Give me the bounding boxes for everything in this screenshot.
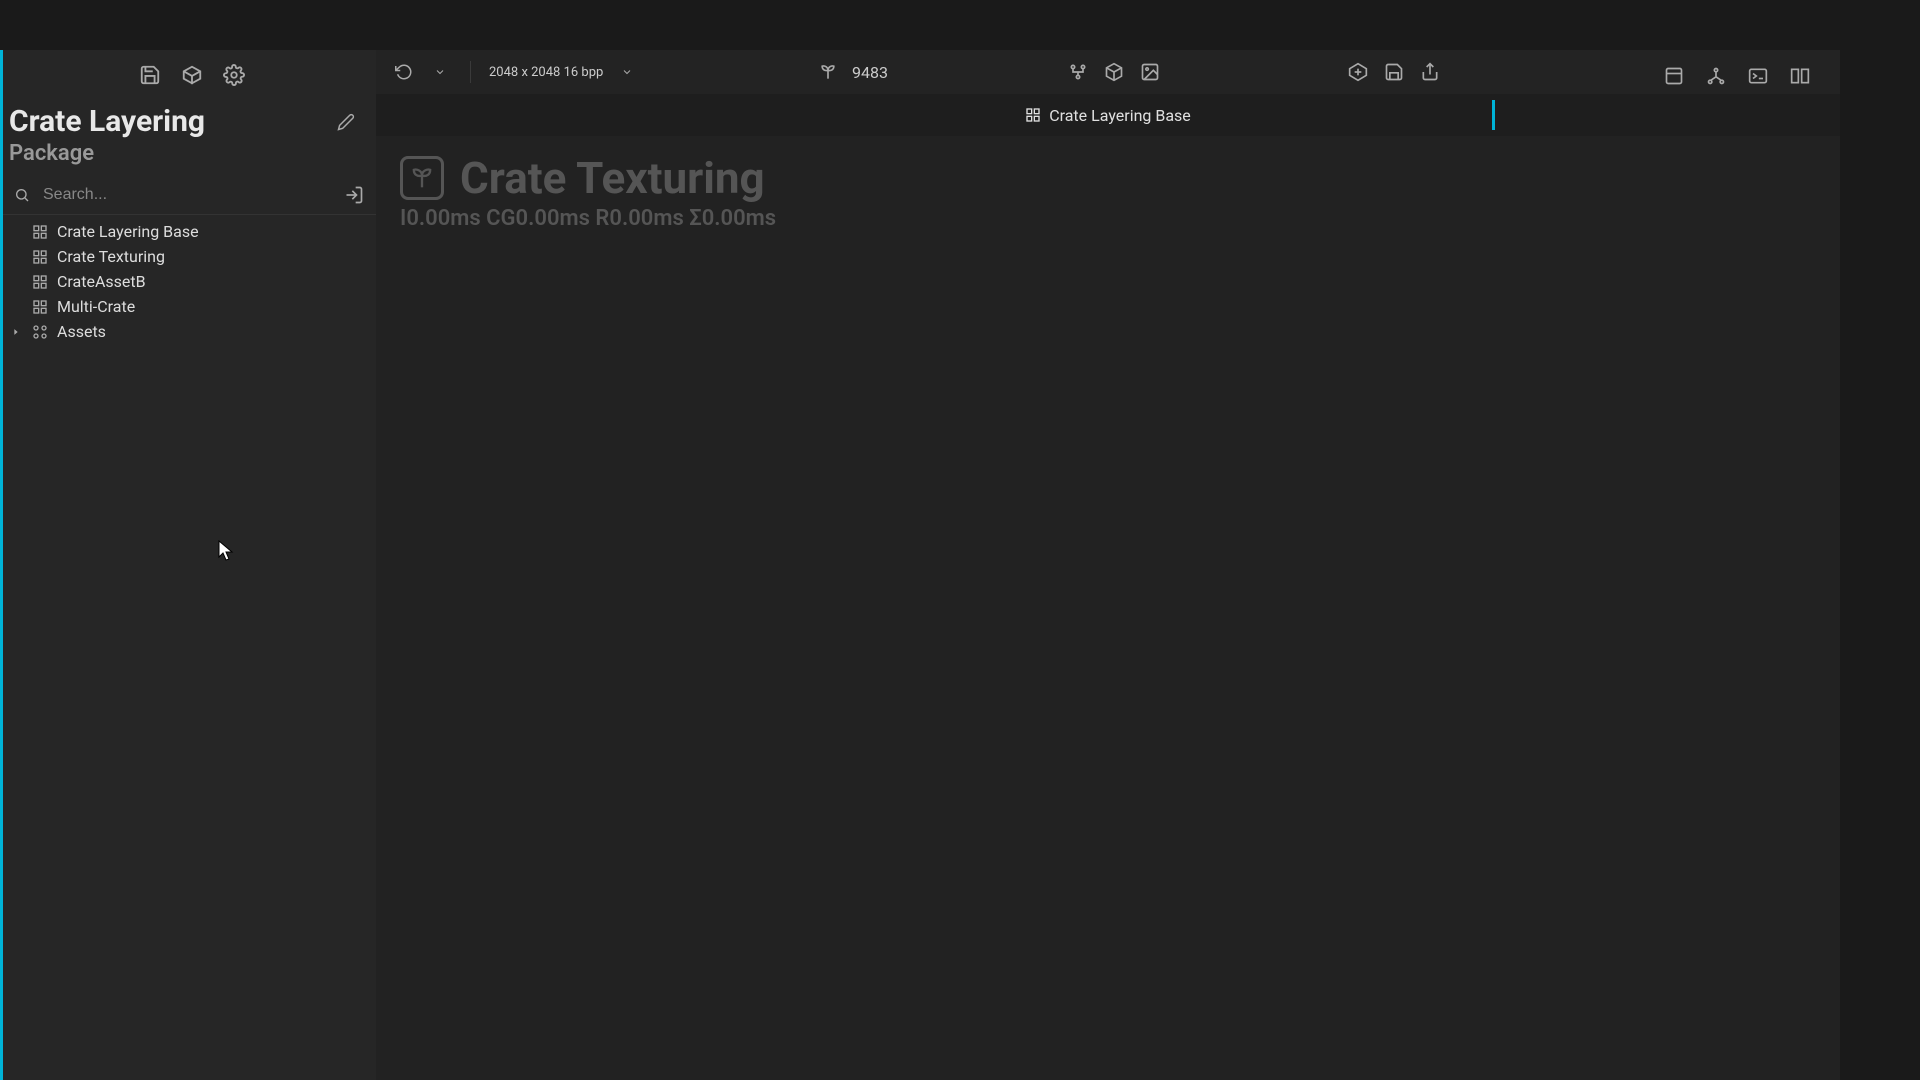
add-node-icon[interactable] (1346, 60, 1370, 84)
sidebar-panel: Crate Layering Package Crate Layering Ba… (0, 50, 376, 1080)
graph-icon (31, 248, 49, 266)
stat-number: 9483 (852, 63, 888, 82)
save-node-icon[interactable] (1382, 60, 1406, 84)
tab-crate-layering-base[interactable]: Crate Layering Base (1025, 106, 1191, 125)
graph-icon (1025, 107, 1041, 123)
tree-item-label: Multi-Crate (57, 297, 135, 316)
package-tree: Crate Layering Base Crate Texturing Crat… (3, 215, 376, 344)
tree-item-crate-layering-base[interactable]: Crate Layering Base (3, 219, 376, 244)
graph-icon (31, 298, 49, 316)
console-icon[interactable] (1746, 64, 1770, 88)
resolution-label[interactable]: 2048 x 2048 16 bpp (489, 65, 603, 80)
tree-item-label: CrateAssetB (57, 272, 146, 291)
graph-canvas[interactable]: Crate Texturing I0.00ms CG0.00ms R0.00ms… (376, 136, 1840, 1080)
graph-icon (31, 223, 49, 241)
app-titlebar (0, 0, 1920, 50)
hierarchy-icon[interactable] (1704, 64, 1728, 88)
tree-item-label: Crate Layering Base (57, 222, 199, 241)
package-icon[interactable] (180, 63, 204, 87)
chevron-right-icon (9, 325, 23, 339)
package-subtitle: Package (3, 139, 376, 176)
tree-item-crate-texturing[interactable]: Crate Texturing (3, 244, 376, 269)
separator (470, 61, 471, 83)
tree-item-crateassetb[interactable]: CrateAssetB (3, 269, 376, 294)
tree-item-label: Assets (57, 322, 106, 341)
tab-bar: Crate Layering Base (376, 94, 1840, 136)
tree-item-multi-crate[interactable]: Multi-Crate (3, 294, 376, 319)
cube-icon[interactable] (1102, 60, 1126, 84)
tree-item-assets[interactable]: Assets (3, 319, 376, 344)
image-icon[interactable] (1138, 60, 1162, 84)
sprout-icon[interactable] (816, 60, 840, 84)
panel-1-icon[interactable] (1662, 64, 1686, 88)
nodes-icon[interactable] (1066, 60, 1090, 84)
gear-icon[interactable] (222, 63, 246, 87)
edit-icon[interactable] (334, 110, 358, 134)
tree-item-label: Crate Texturing (57, 247, 165, 266)
search-icon (13, 186, 31, 204)
folder-icon (31, 323, 49, 341)
graph-stats: I0.00ms CG0.00ms R0.00ms Σ0.00ms (376, 204, 1840, 231)
search-input[interactable] (39, 180, 334, 210)
graph-title: Crate Texturing (460, 152, 765, 204)
graph-icon (31, 273, 49, 291)
package-title: Crate Layering (9, 104, 205, 139)
import-icon[interactable] (342, 183, 366, 207)
chevron-down-icon[interactable] (615, 60, 639, 84)
canvas-panel: 2048 x 2048 16 bpp 9483 (376, 50, 1920, 1080)
compare-icon[interactable] (1788, 64, 1812, 88)
share-icon[interactable] (1418, 60, 1442, 84)
graph-type-icon (400, 156, 444, 200)
undo-icon[interactable] (392, 60, 416, 84)
canvas-toolbar: 2048 x 2048 16 bpp 9483 (376, 50, 1840, 94)
tab-accent (1492, 100, 1495, 130)
save-icon[interactable] (138, 63, 162, 87)
tab-label: Crate Layering Base (1049, 106, 1191, 125)
chevron-down-icon[interactable] (428, 60, 452, 84)
